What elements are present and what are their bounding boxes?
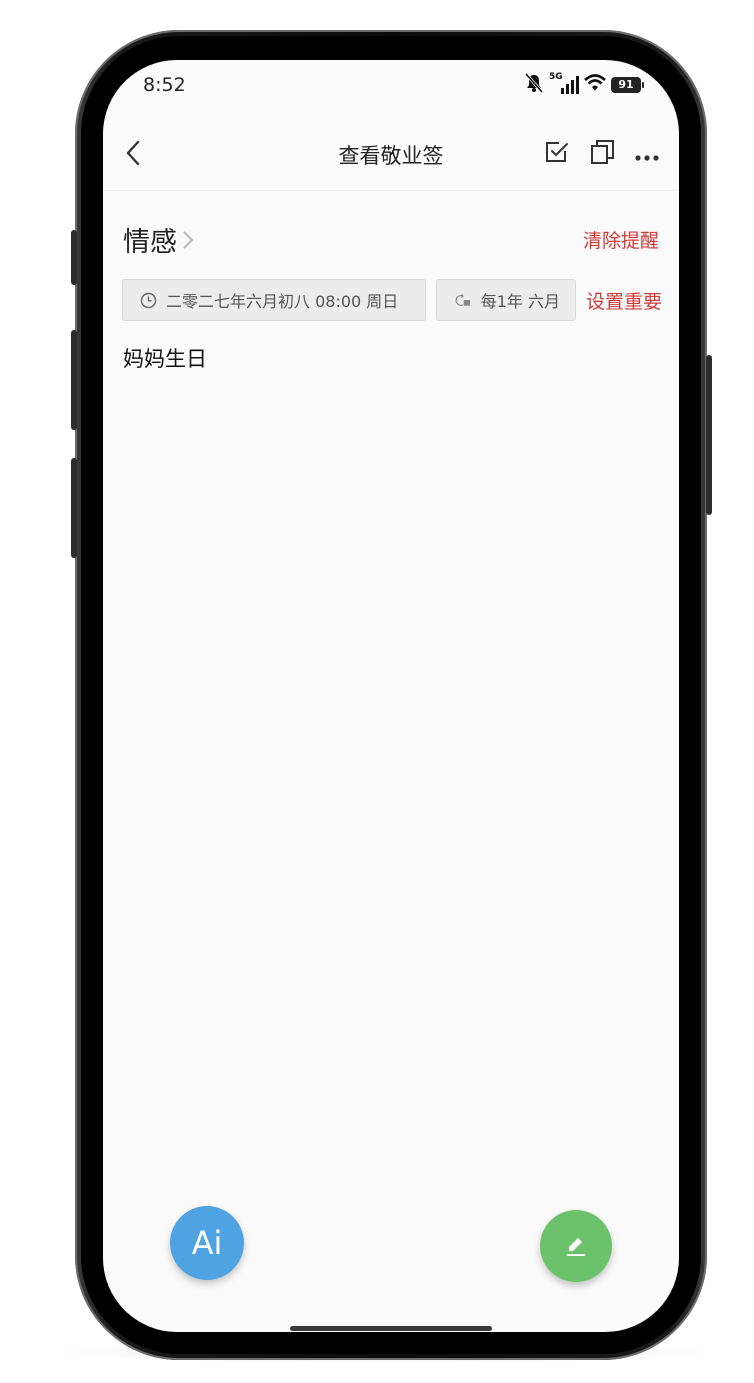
top-navigation-bar: 查看敬业签 [103,118,679,191]
chevron-right-icon [181,229,195,251]
cellular-signal-icon: 5G [549,72,579,96]
network-type-label: 5G [549,72,563,82]
mute-switch [71,230,77,285]
status-time: 8:52 [143,74,186,96]
volume-down-button [71,458,77,558]
category-selector[interactable]: 情感 [123,220,195,259]
edit-note-button[interactable] [540,1210,612,1282]
phone-screen: 8:52 5G 91 查看敬业签 情感 清除提醒 二零二七年六月初八 08:00… [103,60,679,1332]
volume-up-button [71,330,77,430]
clear-reminder-button[interactable]: 清除提醒 [583,226,659,253]
status-icons: 5G 91 [523,72,644,98]
home-indicator[interactable] [290,1326,492,1331]
set-important-button[interactable]: 设置重要 [586,287,662,314]
repeat-yearly-icon [455,293,471,306]
reminder-datetime: 二零二七年六月初八 08:00 周日 [166,292,399,311]
reminder-info-row: 二零二七年六月初八 08:00 周日 每1年 六月 设置重要 [122,279,662,321]
repeat-chip[interactable]: 每1年 六月 [436,279,576,321]
more-options-icon[interactable] [633,148,661,161]
battery-icon: 91 [611,77,644,93]
reminder-date-chip[interactable]: 二零二七年六月初八 08:00 周日 [122,279,426,321]
pencil-edit-icon [567,1238,585,1256]
clock-icon [140,292,157,308]
note-content: 妈妈生日 [123,347,207,371]
copy-icon[interactable] [589,138,617,166]
repeat-rule: 每1年 六月 [480,292,560,311]
category-title: 情感 [123,227,177,258]
mute-notification-icon [523,72,545,98]
ai-assistant-button[interactable]: Ai [170,1206,244,1280]
checkbox-done-icon[interactable] [544,139,570,165]
power-button [706,355,712,515]
wifi-icon [583,73,607,97]
